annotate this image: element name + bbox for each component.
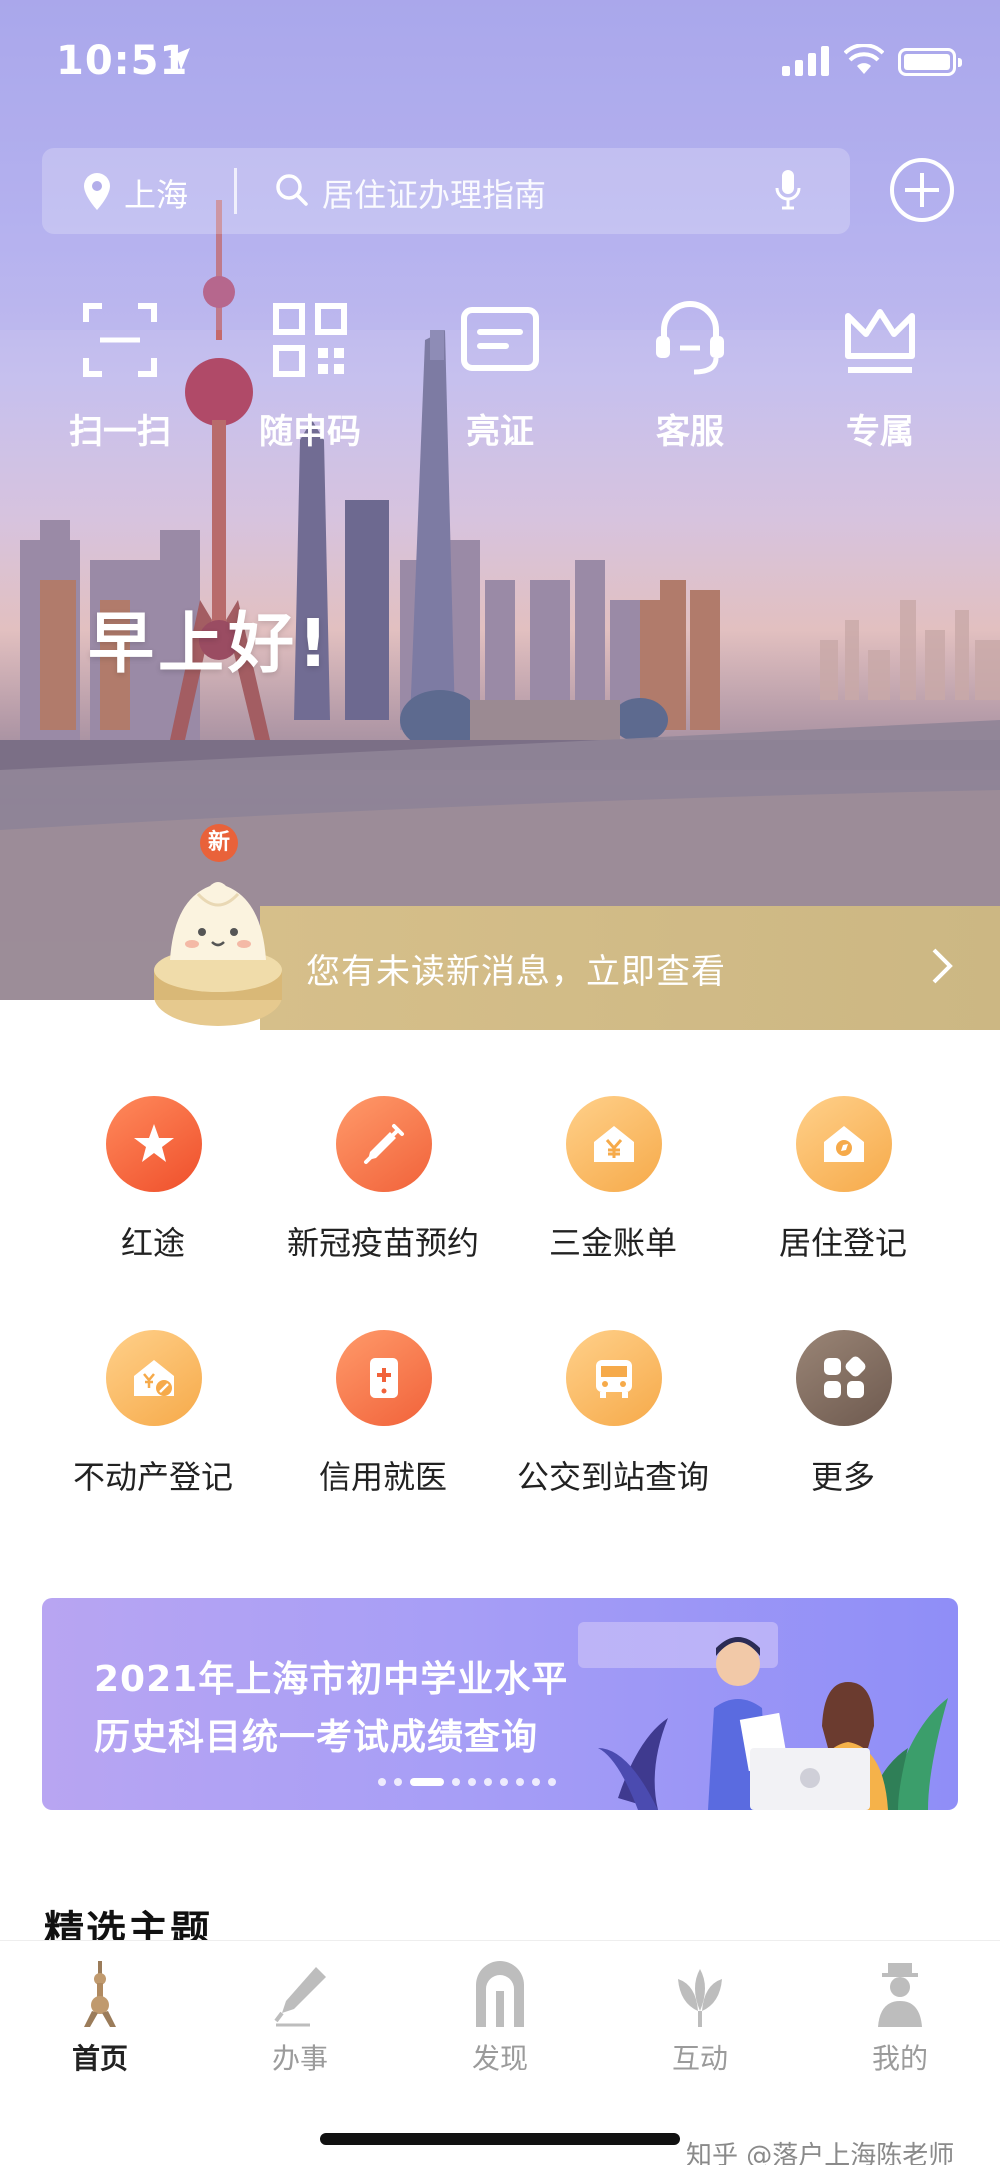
service-vaccine-booking[interactable]: 新冠疫苗预约 [268,1096,498,1296]
service-label: 三金账单 [548,1224,677,1262]
tab-services[interactable]: 办事 [200,1961,400,2081]
service-label: 更多 [810,1458,875,1496]
tab-label: 互动 [671,2042,728,2075]
promo-banner[interactable]: 2021年上海市初中学业水平 历史科目统一考试成绩查询 [42,1598,958,1810]
more-grid-icon [824,1356,866,1398]
banner-title-line-1: 2021年上海市初中学业水平 [94,1659,569,1700]
location-arrow-icon [168,48,190,70]
status-bar: 10:51 [0,0,1000,120]
bus-icon [596,1360,632,1398]
service-icon-circle [566,1330,662,1426]
tab-discover[interactable]: 发现 [400,1961,600,2081]
quick-action-exclusive[interactable]: 专属 [800,300,960,460]
quick-action-customer-service[interactable]: 客服 [610,300,770,460]
section-title: 精选主题 [44,1908,212,1942]
service-icon-circle [106,1096,202,1192]
carousel-dot[interactable] [516,1778,524,1786]
quick-action-qr-code[interactable]: 随申码 [230,300,390,460]
cellular-signal-icon [782,46,829,76]
service-red-route[interactable]: 红途 [38,1096,268,1296]
battery-level [904,54,950,70]
carousel-dot[interactable] [500,1778,508,1786]
quick-action-label: 扫一扫 [69,412,171,452]
service-icon-circle [566,1096,662,1192]
quick-action-label: 专属 [846,412,914,452]
home-indicator[interactable] [320,2133,680,2145]
quick-action-label: 客服 [656,412,724,452]
tab-label: 办事 [271,2042,328,2075]
new-badge: 新 [200,824,238,862]
banner-illustration [578,1622,948,1810]
carousel-dot[interactable] [452,1778,460,1786]
house-compass-icon [824,1126,864,1162]
service-residence-registration[interactable]: 居住登记 [728,1096,958,1296]
medical-phone-icon [370,1358,398,1398]
search-bar[interactable]: 上海 居住证办理指南 [42,148,850,234]
scan-icon [83,303,157,377]
tab-home[interactable]: 首页 [0,1961,200,2081]
banner-title-line-2: 历史科目统一考试成绩查询 [94,1717,539,1758]
quick-action-label: 随申码 [259,412,361,452]
tab-interact[interactable]: 互动 [600,1961,800,2081]
red-star-icon [134,1124,174,1162]
service-icon-circle [796,1096,892,1192]
wifi-icon [844,44,884,74]
tab-mine[interactable]: 我的 [800,1961,1000,2081]
carousel-dot[interactable] [532,1778,540,1786]
microphone-icon[interactable] [774,168,802,212]
service-label: 新冠疫苗预约 [286,1224,479,1262]
qr-code-icon [273,303,347,377]
service-icon-circle [336,1096,432,1192]
service-more[interactable]: 更多 [728,1330,958,1530]
carousel-dot[interactable] [484,1778,492,1786]
service-icon-circle [796,1330,892,1426]
service-label: 信用就医 [318,1458,447,1496]
quick-action-label: 亮证 [466,412,534,452]
greeting-text: 早上好! [88,605,333,682]
city-selector[interactable]: 上海 [124,170,188,216]
service-label: 公交到站查询 [516,1458,709,1496]
pen-icon [274,1967,326,2027]
house-yen-icon [594,1126,634,1162]
add-button[interactable] [890,158,954,222]
service-icon-circle [336,1330,432,1426]
quick-action-id-card[interactable]: 亮证 [420,300,580,460]
id-card-icon [461,307,539,371]
gate-icon [476,1961,524,2027]
carousel-dot[interactable] [378,1778,386,1786]
location-pin-icon[interactable] [82,172,112,212]
search-icon [276,174,308,206]
syringe-icon [364,1124,404,1164]
search-divider [234,168,237,214]
service-bus-arrival[interactable]: 公交到站查询 [498,1330,728,1530]
service-label: 居住登记 [778,1224,907,1262]
service-credit-medical[interactable]: 信用就医 [268,1330,498,1530]
search-input[interactable]: 居住证办理指南 [322,170,546,216]
service-icon-circle [106,1330,202,1426]
tab-label: 首页 [71,2042,128,2075]
unread-message-bar[interactable]: 您有未读新消息，立即查看 [260,906,1000,1030]
carousel-dot[interactable] [468,1778,476,1786]
carousel-dot[interactable] [394,1778,402,1786]
service-property-registration[interactable]: 不动产登记 [38,1330,268,1530]
property-icon [134,1360,174,1396]
tower-icon [84,1961,116,2027]
battery-icon [898,48,962,76]
bottom-tab-bar: 首页 办事 发现 互动 我的 知乎 @落户上海陈老师 [0,1940,1000,2165]
chevron-right-icon [932,948,953,984]
watermark-text: 知乎 @落户上海陈老师 [686,2141,955,2165]
notice-text: 您有未读新消息，立即查看 [306,952,726,992]
person-icon [878,1963,922,2027]
service-three-funds-bill[interactable]: 三金账单 [498,1096,728,1296]
crown-icon [845,309,915,373]
tab-label: 我的 [871,2042,928,2075]
carousel-dot[interactable] [548,1778,556,1786]
customer-service-icon [656,301,724,375]
service-label: 红途 [120,1224,185,1262]
service-label: 不动产登记 [72,1458,233,1496]
tab-label: 发现 [471,2042,528,2075]
carousel-dot-active[interactable] [410,1778,444,1786]
magnolia-icon [678,1969,722,2027]
quick-action-scan[interactable]: 扫一扫 [40,300,200,460]
